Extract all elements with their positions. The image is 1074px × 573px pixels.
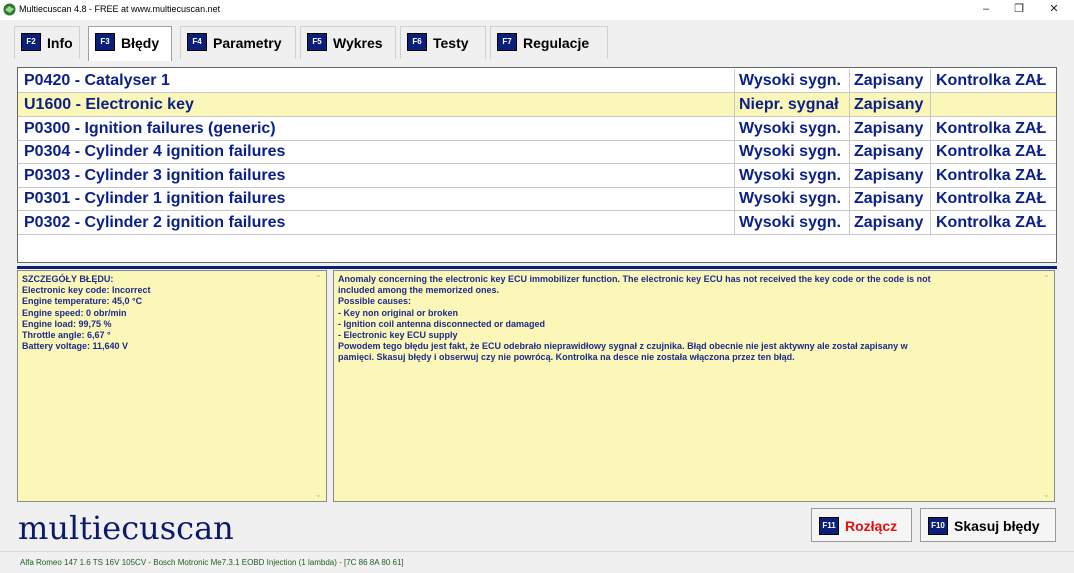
- f7-key-icon: F7: [497, 33, 517, 51]
- fault-status: Zapisany: [854, 190, 924, 207]
- fault-signal: Wysoki sygn.: [739, 214, 841, 231]
- fault-code: P0302 - Cylinder 2 ignition failures: [24, 214, 286, 231]
- description-scrollbar[interactable]: ⌃ ⌄: [1041, 271, 1054, 501]
- fault-code: P0420 - Catalyser 1: [24, 72, 170, 89]
- window-title: Multiecuscan 4.8 - FREE at www.multiecus…: [19, 4, 221, 14]
- fault-lamp: Kontrolka ZAŁ: [936, 120, 1047, 137]
- f6-key-icon: F6: [407, 33, 427, 51]
- f2-key-icon: F2: [21, 33, 41, 51]
- tab-wykres[interactable]: F5 Wykres: [300, 26, 396, 59]
- tab-label: Parametry: [213, 35, 282, 51]
- fault-signal: Wysoki sygn.: [739, 190, 841, 207]
- fault-signal: Wysoki sygn.: [739, 120, 841, 137]
- fault-lamp: [936, 93, 1054, 116]
- tab-label: Info: [47, 35, 73, 51]
- fault-row[interactable]: P0301 - Cylinder 1 ignition failures Wys…: [18, 187, 1056, 211]
- tab-label: Wykres: [333, 35, 383, 51]
- fault-status: Zapisany: [854, 120, 924, 137]
- fault-code: P0300 - Ignition failures (generic): [24, 120, 276, 137]
- fault-code: P0304 - Cylinder 4 ignition failures: [24, 143, 286, 160]
- section-divider: [17, 266, 1057, 269]
- fault-row[interactable]: P0304 - Cylinder 4 ignition failures Wys…: [18, 140, 1056, 164]
- tab-regulacje[interactable]: F7 Regulacje: [490, 26, 608, 59]
- title-bar: Multiecuscan 4.8 - FREE at www.multiecus…: [0, 0, 1074, 20]
- fault-row[interactable]: P0420 - Catalyser 1 Wysoki sygn. Zapisan…: [18, 69, 1056, 93]
- minimize-button[interactable]: –: [968, 0, 1004, 20]
- fault-code: P0301 - Cylinder 1 ignition failures: [24, 190, 286, 207]
- tab-testy[interactable]: F6 Testy: [400, 26, 486, 59]
- fault-row-selected[interactable]: U1600 - Electronic key Niepr. sygnał Zap…: [18, 93, 1056, 117]
- fault-status: Zapisany: [854, 96, 924, 113]
- f11-key-icon: F11: [819, 517, 839, 535]
- fault-lamp: Kontrolka ZAŁ: [936, 72, 1047, 89]
- clear-errors-button[interactable]: F10 Skasuj błędy: [920, 508, 1056, 542]
- fault-lamp: Kontrolka ZAŁ: [936, 143, 1047, 160]
- tab-label: Błędy: [121, 35, 160, 51]
- fault-signal: Wysoki sygn.: [739, 72, 841, 89]
- fault-status: Zapisany: [854, 167, 924, 184]
- fault-lamp: Kontrolka ZAŁ: [936, 190, 1047, 207]
- f10-key-icon: F10: [928, 517, 948, 535]
- tab-parametry[interactable]: F4 Parametry: [180, 26, 296, 59]
- fault-code: P0303 - Cylinder 3 ignition failures: [24, 167, 286, 184]
- app-icon: [3, 3, 16, 16]
- disconnect-button[interactable]: F11 Rozłącz: [811, 508, 912, 542]
- fault-code: U1600 - Electronic key: [24, 96, 194, 113]
- disconnect-label: Rozłącz: [845, 518, 898, 534]
- fault-signal: Wysoki sygn.: [739, 143, 841, 160]
- tab-info[interactable]: F2 Info: [14, 26, 80, 59]
- fault-details-panel[interactable]: SZCZEGÓŁY BŁĘDU: Electronic key code: In…: [17, 270, 327, 502]
- f3-key-icon: F3: [95, 33, 115, 51]
- restore-button[interactable]: ❐: [1001, 0, 1037, 20]
- tab-label: Testy: [433, 35, 469, 51]
- fault-status: Zapisany: [854, 143, 924, 160]
- fault-row[interactable]: P0302 - Cylinder 2 ignition failures Wys…: [18, 211, 1056, 235]
- fault-description-text: Anomaly concerning the electronic key EC…: [338, 274, 931, 363]
- fault-description-panel[interactable]: Anomaly concerning the electronic key EC…: [333, 270, 1055, 502]
- scroll-down-icon[interactable]: ⌄: [1043, 490, 1050, 499]
- fault-details-text: SZCZEGÓŁY BŁĘDU: Electronic key code: In…: [22, 274, 151, 352]
- fault-code-list: P0420 - Catalyser 1 Wysoki sygn. Zapisan…: [17, 67, 1057, 263]
- scroll-up-icon[interactable]: ⌃: [315, 274, 322, 283]
- clear-errors-label: Skasuj błędy: [954, 518, 1040, 534]
- tab-bledy[interactable]: F3 Błędy: [88, 26, 172, 61]
- multiecuscan-logo: multiecuscan: [18, 509, 234, 547]
- status-bar: Alfa Romeo 147 1.6 TS 16V 105CV - Bosch …: [0, 551, 1074, 573]
- fault-status: Zapisany: [854, 72, 924, 89]
- fault-row[interactable]: P0303 - Cylinder 3 ignition failures Wys…: [18, 164, 1056, 188]
- scroll-down-icon[interactable]: ⌄: [315, 490, 322, 499]
- fault-lamp: Kontrolka ZAŁ: [936, 167, 1047, 184]
- vehicle-info: Alfa Romeo 147 1.6 TS 16V 105CV - Bosch …: [20, 558, 404, 567]
- fault-lamp: Kontrolka ZAŁ: [936, 214, 1047, 231]
- f4-key-icon: F4: [187, 33, 207, 51]
- fault-status: Zapisany: [854, 214, 924, 231]
- close-button[interactable]: ✕: [1036, 0, 1072, 20]
- fault-signal: Niepr. sygnał: [739, 96, 839, 113]
- details-scrollbar[interactable]: ⌃ ⌄: [313, 271, 326, 501]
- scroll-up-icon[interactable]: ⌃: [1043, 274, 1050, 283]
- f5-key-icon: F5: [307, 33, 327, 51]
- fault-row[interactable]: P0300 - Ignition failures (generic) Wyso…: [18, 117, 1056, 141]
- fault-signal: Wysoki sygn.: [739, 167, 841, 184]
- tab-label: Regulacje: [523, 35, 590, 51]
